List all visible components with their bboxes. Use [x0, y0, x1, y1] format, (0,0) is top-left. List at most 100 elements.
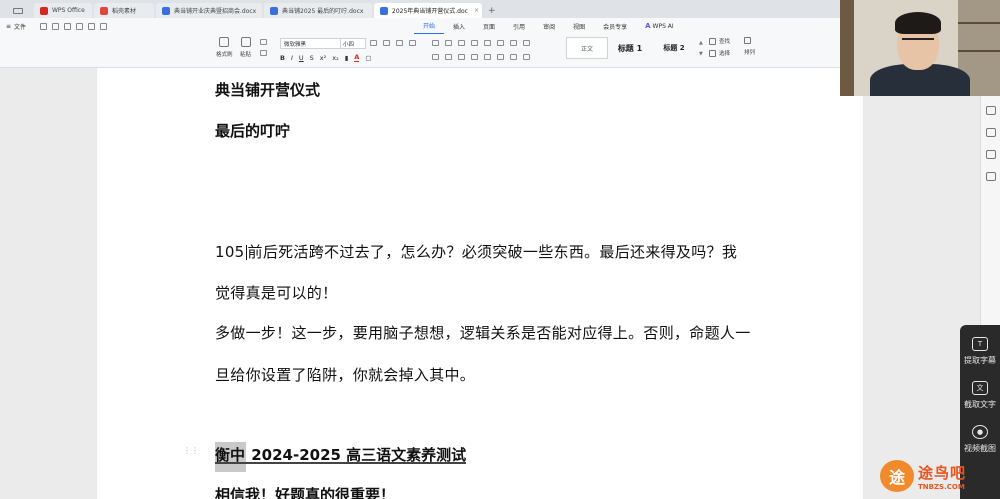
clear-format-icon[interactable]	[396, 40, 403, 46]
bullet-list-icon[interactable]	[432, 40, 439, 46]
extract-subtitles-label: 提取字幕	[964, 356, 996, 365]
undo-icon[interactable]	[88, 22, 96, 30]
strikethrough-button[interactable]: S	[310, 54, 314, 62]
align-right-icon[interactable]	[458, 54, 465, 60]
sidebar-tool-icon[interactable]	[986, 172, 996, 181]
presenter-hair	[895, 12, 941, 34]
new-tab-button[interactable]: +	[484, 3, 500, 18]
chevron-down-icon[interactable]: ▼	[699, 51, 703, 57]
close-tab-icon[interactable]: ×	[474, 7, 479, 14]
tab-doc-3-active[interactable]: 2025年典当铺开营仪式.doc ×	[374, 3, 482, 18]
doc-heading-2[interactable]: 最后的叮咛	[215, 120, 290, 141]
doc-paragraph-2-line-2[interactable]: 旦给你设置了陷阱，你就会掉入其中。	[215, 364, 475, 385]
menu-tab-references[interactable]: 引用	[504, 18, 534, 34]
menu-tab-insert[interactable]: 插入	[444, 18, 474, 34]
justify-icon[interactable]	[471, 54, 478, 60]
superscript-button[interactable]: x²	[320, 54, 326, 62]
font-color-button[interactable]: A	[354, 54, 360, 62]
doc-last-line[interactable]: 相信我！好题真的很重要！	[215, 484, 395, 499]
italic-button[interactable]: I	[291, 54, 293, 62]
menu-tab-member[interactable]: 会员专享	[594, 18, 636, 34]
arrange-icon	[744, 37, 752, 44]
find-button[interactable]: 查找	[709, 37, 730, 45]
document-page[interactable]	[97, 68, 863, 499]
tab-daoke[interactable]: 稻壳素材	[94, 3, 154, 18]
grow-font-icon[interactable]	[370, 40, 377, 46]
increase-indent-icon[interactable]	[471, 40, 478, 46]
tab-doc-2[interactable]: 典当铺2025 最后的叮咛.docx	[264, 3, 372, 18]
chevron-up-icon[interactable]: ▲	[699, 40, 703, 46]
font-size-select[interactable]: 小四	[340, 38, 366, 49]
print-icon[interactable]	[64, 22, 72, 30]
tab-doc-1[interactable]: 典当铺开业庆典暨招商会.docx	[156, 3, 262, 18]
watermark-sub: TNBZS.COM	[918, 482, 965, 491]
paste-button[interactable]: 粘贴	[240, 37, 251, 58]
video-screenshot-button[interactable]: ● 视频截图	[960, 425, 1000, 454]
font-size-buttons	[370, 40, 416, 46]
doc-paragraph-1-line-2[interactable]: 觉得真是可以的！	[215, 282, 337, 303]
wps-logo-icon	[40, 6, 48, 15]
home-tab[interactable]	[4, 3, 32, 18]
preview-icon[interactable]	[76, 22, 84, 30]
sidebar-tool-icon[interactable]	[986, 150, 996, 159]
bold-button[interactable]: B	[280, 54, 285, 62]
style-h1-label: 标题 1	[617, 43, 643, 53]
style-heading-2[interactable]: 标题 2	[652, 37, 696, 59]
video-screenshot-label: 视频截图	[964, 444, 996, 453]
phonetic-icon[interactable]	[409, 40, 416, 46]
extract-text-button[interactable]: 文 截取文字	[960, 381, 1000, 410]
subscript-button[interactable]: x₂	[332, 54, 338, 62]
tab-wps-office[interactable]: WPS Office	[34, 3, 92, 18]
menu-tab-wps-ai[interactable]: A WPS AI	[636, 18, 683, 34]
sort-icon[interactable]	[497, 40, 504, 46]
arrange-button[interactable]	[744, 37, 755, 44]
cut-icon[interactable]	[260, 39, 267, 45]
section-underline	[215, 462, 466, 464]
doc-paragraph-2-line-1[interactable]: 多做一步！这一步，要用脑子想想，逻辑关系是否能对应得上。否则，命题人一	[215, 322, 751, 343]
menu-tab-home[interactable]: 开始	[414, 18, 445, 34]
line-spacing-icon[interactable]	[497, 54, 504, 60]
export-icon[interactable]	[52, 22, 60, 30]
menu-tab-page[interactable]: 页面	[474, 18, 504, 34]
shrink-font-icon[interactable]	[383, 40, 390, 46]
select-button[interactable]: 选择	[709, 49, 730, 57]
hamburger-icon: ≡	[6, 22, 12, 30]
extract-subtitles-button[interactable]: T 提取字幕	[960, 337, 1000, 366]
copy-icon[interactable]	[260, 50, 267, 56]
save-icon[interactable]	[40, 22, 48, 30]
arrange-group: 排列	[744, 37, 755, 57]
align-center-icon[interactable]	[445, 54, 452, 60]
underline-button[interactable]: U	[299, 54, 304, 62]
home-icon	[13, 7, 23, 14]
style-h2-label: 标题 2	[663, 44, 685, 52]
borders-icon[interactable]	[523, 40, 530, 46]
style-heading-1[interactable]: 标题 1	[608, 37, 652, 59]
numbered-list-icon[interactable]	[445, 40, 452, 46]
sidebar-tool-icon[interactable]	[986, 106, 996, 115]
paragraph-border-icon[interactable]	[523, 54, 530, 60]
doc-paragraph-1-line-1[interactable]: 105 前后死活跨不过去了，怎么办？必须突破一些东西。最后还来得及吗？我	[215, 241, 737, 262]
distribute-icon[interactable]	[484, 54, 491, 60]
doc-heading-1[interactable]: 典当铺开营仪式	[215, 79, 320, 100]
menu-tabs: 开始 插入 页面 引用 审阅 视图 会员专享 A WPS AI	[414, 18, 683, 34]
drag-handle-icon[interactable]: ⋮⋮	[183, 447, 199, 459]
style-normal[interactable]: 正文	[566, 37, 608, 59]
site-watermark: 途 途鸟吧 TNBZS.COM	[880, 458, 970, 494]
menu-tab-view[interactable]: 视图	[564, 18, 594, 34]
chinese-layout-icon[interactable]	[484, 40, 491, 46]
redo-icon[interactable]	[100, 22, 108, 30]
decrease-indent-icon[interactable]	[458, 40, 465, 46]
file-menu[interactable]: ≡ 文件	[0, 22, 26, 31]
shelf-board	[958, 50, 1000, 52]
highlight-button[interactable]: ▮	[345, 54, 349, 62]
sort-button[interactable]: 排列	[744, 48, 755, 56]
align-left-icon[interactable]	[432, 54, 439, 60]
right-sidebar	[980, 70, 1000, 330]
shading-icon[interactable]	[510, 54, 517, 60]
menu-tab-review[interactable]: 审阅	[534, 18, 564, 34]
sidebar-tool-icon[interactable]	[986, 128, 996, 137]
format-painter-button[interactable]: 格式刷	[216, 37, 233, 58]
show-marks-icon[interactable]	[510, 40, 517, 46]
char-border-button[interactable]: ▢	[365, 54, 371, 62]
doc-icon	[380, 6, 388, 15]
